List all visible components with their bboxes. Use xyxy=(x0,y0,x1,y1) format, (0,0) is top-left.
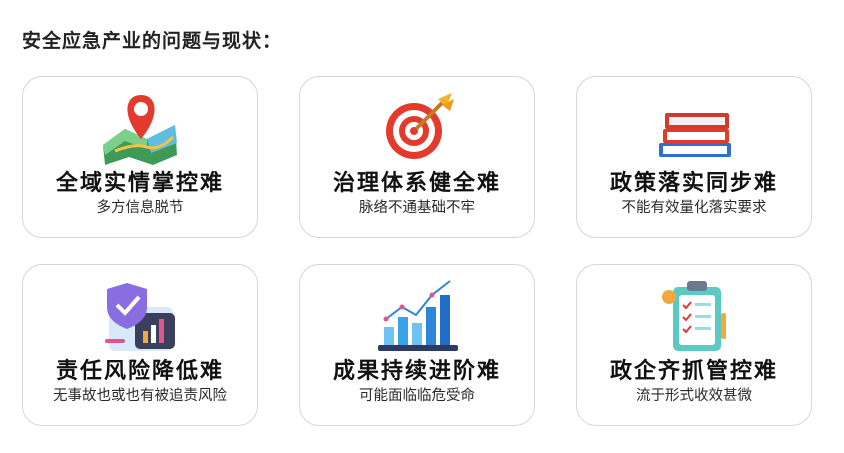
card-title: 全域实情掌控难 xyxy=(55,171,224,196)
card-title: 政策落实同步难 xyxy=(609,171,778,196)
card-global-control[interactable]: 全域实情掌控难 多方信息脱节 xyxy=(22,76,258,238)
shield-chart-icon xyxy=(95,273,185,359)
card-title: 治理体系健全难 xyxy=(332,171,501,196)
card-governance-system[interactable]: 治理体系健全难 脉络不通基础不牢 xyxy=(299,76,535,238)
page-heading: 安全应急产业的问题与现状： xyxy=(22,30,283,52)
card-continuous-progress[interactable]: 成果持续进阶难 可能面临临危受命 xyxy=(299,264,535,426)
card-policy-sync[interactable]: 政策落实同步难 不能有效量化落实要求 xyxy=(576,76,812,238)
card-subtitle: 无事故也或也有被追责风险 xyxy=(53,388,227,404)
growth-bar-chart-icon xyxy=(372,273,462,359)
target-dart-icon xyxy=(372,85,462,171)
card-title: 成果持续进阶难 xyxy=(332,359,501,384)
card-subtitle: 不能有效量化落实要求 xyxy=(621,200,767,216)
card-subtitle: 可能面临临危受命 xyxy=(359,388,475,404)
books-icon xyxy=(649,85,739,171)
card-subtitle: 流于形式收效甚微 xyxy=(636,388,752,404)
clipboard-checklist-icon xyxy=(649,273,739,359)
map-pin-icon xyxy=(95,85,185,171)
card-risk-reduction[interactable]: 责任风险降低难 无事故也或也有被追责风险 xyxy=(22,264,258,426)
card-subtitle: 多方信息脱节 xyxy=(96,200,184,216)
card-title: 政企齐抓管控难 xyxy=(609,359,778,384)
card-subtitle: 脉络不通基础不牢 xyxy=(359,200,475,216)
card-title: 责任风险降低难 xyxy=(55,359,224,384)
card-joint-management[interactable]: 政企齐抓管控难 流于形式收效甚微 xyxy=(576,264,812,426)
